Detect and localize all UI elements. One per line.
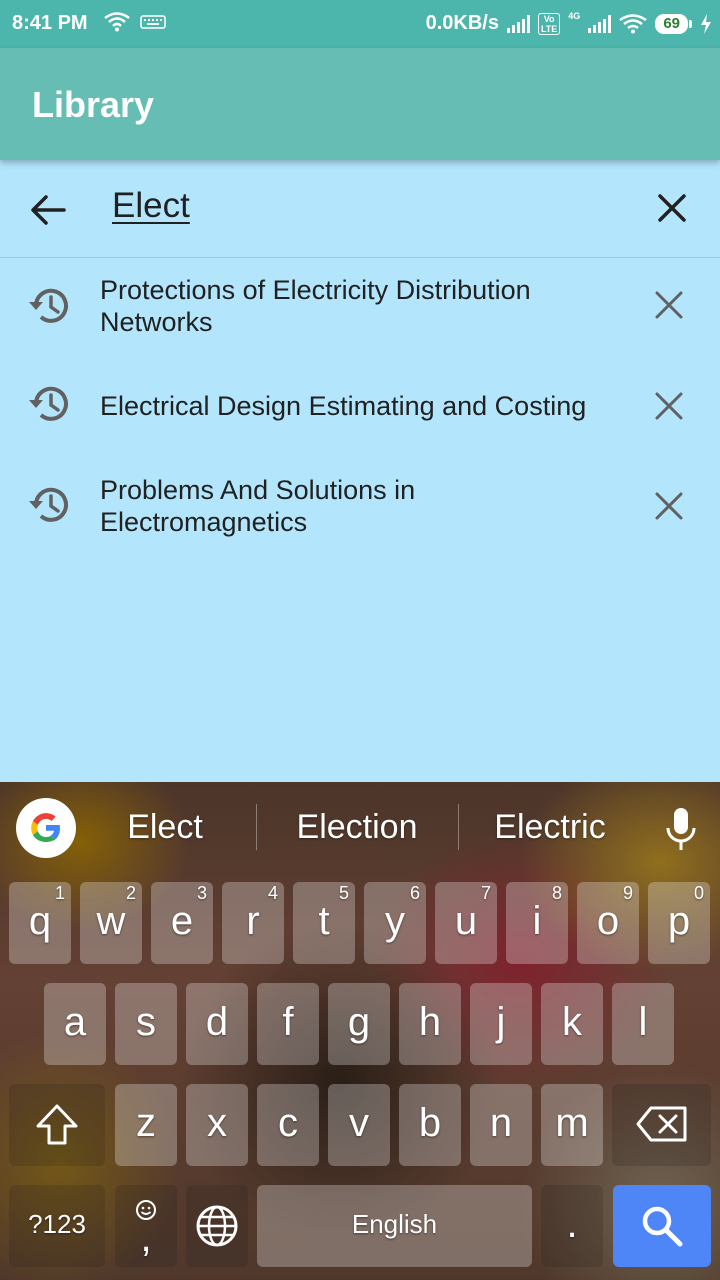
- battery-level: 69: [655, 13, 688, 34]
- list-item[interactable]: Problems And Solutions in Electromagneti…: [0, 458, 720, 558]
- suggestion-text: Problems And Solutions in Electromagneti…: [100, 475, 416, 537]
- microphone-icon[interactable]: [664, 806, 698, 852]
- key-q[interactable]: q1: [9, 882, 71, 964]
- wifi-icon-2: [619, 13, 648, 33]
- volte-badge: Vo LTE: [537, 12, 561, 35]
- clear-search-icon[interactable]: [652, 188, 692, 228]
- search-input[interactable]: Elect: [112, 186, 190, 226]
- suggestion-divider: [256, 804, 257, 850]
- key-f[interactable]: f: [257, 983, 319, 1065]
- comma-key[interactable]: ,: [115, 1185, 177, 1267]
- status-bar: 8:41 PM 0.0KB/s Vo LTE 4G 69: [0, 0, 720, 48]
- backspace-icon: [636, 1106, 686, 1142]
- history-icon: [29, 487, 68, 522]
- key-c[interactable]: c: [257, 1084, 319, 1166]
- remove-icon[interactable]: [652, 288, 686, 322]
- key-w[interactable]: w2: [80, 882, 142, 964]
- key-m[interactable]: m: [541, 1084, 603, 1166]
- key-t[interactable]: t5: [293, 882, 355, 964]
- key-l[interactable]: l: [612, 983, 674, 1065]
- key-k[interactable]: k: [541, 983, 603, 1065]
- signal-icon-2: [588, 14, 612, 33]
- space-key[interactable]: English: [257, 1185, 532, 1267]
- history-icon: [29, 386, 68, 421]
- keyboard-indicator-icon: [140, 15, 166, 29]
- list-item[interactable]: Electrical Design Estimating and Costing: [0, 358, 720, 458]
- net-speed: 0.0KB/s: [425, 12, 499, 34]
- keyboard-suggestion-bar: Elect Election Electric: [0, 782, 720, 872]
- key-p[interactable]: p0: [648, 882, 710, 964]
- google-logo-icon[interactable]: [16, 798, 76, 858]
- wifi-icon: [104, 12, 130, 32]
- remove-icon[interactable]: [652, 489, 686, 523]
- suggestion-text: Electrical Design Estimating and Costing: [100, 391, 587, 421]
- backspace-key[interactable]: [612, 1084, 711, 1166]
- key-g[interactable]: g: [328, 983, 390, 1065]
- keyboard-search-button[interactable]: [613, 1185, 711, 1267]
- period-key[interactable]: .: [541, 1185, 603, 1267]
- remove-icon[interactable]: [652, 389, 686, 423]
- key-i[interactable]: i8: [506, 882, 568, 964]
- word-suggestion[interactable]: Elect: [75, 808, 255, 847]
- language-key[interactable]: [186, 1185, 248, 1267]
- key-r[interactable]: r4: [222, 882, 284, 964]
- soft-keyboard: Elect Election Electric q1 w2 e3 r4 t5 y…: [0, 782, 720, 1280]
- suggestion-divider: [458, 804, 459, 850]
- globe-icon: [196, 1205, 238, 1247]
- key-e[interactable]: e3: [151, 882, 213, 964]
- shift-key[interactable]: [9, 1084, 105, 1166]
- recent-search-list: Protections of Electricity Distribution …: [0, 258, 720, 558]
- network-type: 4G: [568, 11, 581, 21]
- key-s[interactable]: s: [115, 983, 177, 1065]
- symbols-key[interactable]: ?123: [9, 1185, 105, 1267]
- page-title: Library: [32, 84, 155, 125]
- key-u[interactable]: u7: [435, 882, 497, 964]
- key-y[interactable]: y6: [364, 882, 426, 964]
- key-x[interactable]: x: [186, 1084, 248, 1166]
- word-suggestion[interactable]: Electric: [460, 808, 640, 847]
- app-bar: Library: [0, 48, 720, 160]
- key-n[interactable]: n: [470, 1084, 532, 1166]
- search-bar: Elect: [0, 160, 720, 258]
- key-v[interactable]: v: [328, 1084, 390, 1166]
- key-j[interactable]: j: [470, 983, 532, 1065]
- shift-icon: [36, 1104, 78, 1145]
- back-arrow-icon[interactable]: [26, 188, 70, 232]
- key-o[interactable]: o9: [577, 882, 639, 964]
- search-icon: [642, 1206, 683, 1247]
- history-icon: [29, 288, 68, 323]
- battery-indicator: 69: [655, 13, 692, 34]
- key-d[interactable]: d: [186, 983, 248, 1065]
- word-suggestion[interactable]: Election: [267, 808, 447, 847]
- status-time: 8:41 PM: [12, 12, 88, 34]
- key-h[interactable]: h: [399, 983, 461, 1065]
- list-item[interactable]: Protections of Electricity Distribution …: [0, 258, 720, 358]
- suggestion-text: Protections of Electricity Distribution …: [100, 275, 531, 337]
- key-b[interactable]: b: [399, 1084, 461, 1166]
- key-a[interactable]: a: [44, 983, 106, 1065]
- charging-icon: [701, 13, 711, 34]
- signal-icon: [506, 14, 530, 33]
- key-z[interactable]: z: [115, 1084, 177, 1166]
